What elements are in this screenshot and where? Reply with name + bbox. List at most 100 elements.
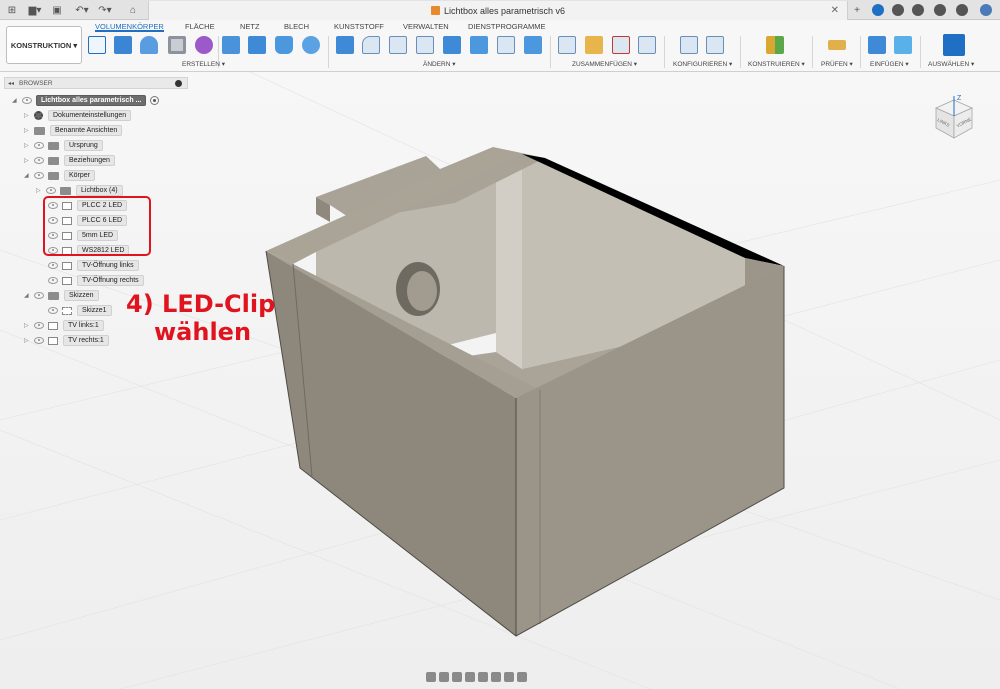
pan-hand-icon[interactable] <box>452 672 462 682</box>
configure-table-icon[interactable] <box>706 36 724 54</box>
fillet-icon[interactable] <box>362 36 380 54</box>
redo-icon[interactable]: ↷▾ <box>97 3 113 17</box>
visibility-eye-icon[interactable] <box>48 307 58 314</box>
joint-icon[interactable] <box>558 36 576 54</box>
browser-panel-header[interactable]: ◂◂ BROWSER <box>4 77 188 89</box>
browser-options-icon[interactable] <box>175 79 182 87</box>
orbit-icon[interactable] <box>426 672 436 682</box>
visibility-eye-icon[interactable] <box>34 292 44 299</box>
parameters-icon[interactable] <box>680 36 698 54</box>
help-icon[interactable] <box>956 4 968 16</box>
tab-dienstprogramme[interactable]: DIENSTPROGRAMME <box>468 22 546 32</box>
extrude-icon[interactable] <box>114 36 132 54</box>
group-pruefen-label[interactable]: PRÜFEN ▾ <box>821 60 853 68</box>
tree-item-tv-oeffnung-rechts[interactable]: TV-Öffnung rechts <box>48 274 144 287</box>
account-avatar-icon[interactable] <box>980 4 992 16</box>
form-icon[interactable] <box>195 36 213 54</box>
expand-triangle-icon[interactable]: ◢ <box>12 97 22 104</box>
visibility-eye-icon[interactable] <box>48 262 58 269</box>
tree-item-koerper[interactable]: ◢ Körper <box>24 169 96 182</box>
offset-plane-icon[interactable] <box>766 36 784 54</box>
document-tab[interactable]: Lichtbox alles parametrisch v6 ✕ <box>148 1 848 20</box>
tree-item-tv-rechts[interactable]: ▷ TV rechts:1 <box>24 334 109 347</box>
look-at-icon[interactable] <box>439 672 449 682</box>
expand-triangle-icon[interactable]: ◢ <box>24 172 34 179</box>
expand-triangle-icon[interactable]: ▷ <box>24 322 34 329</box>
home-icon[interactable]: ⌂ <box>126 3 140 17</box>
group-einfuegen-label[interactable]: EINFÜGEN ▾ <box>870 60 909 68</box>
shell-modify-icon[interactable] <box>416 36 434 54</box>
cylinder-icon[interactable] <box>275 36 293 54</box>
insert-derive-icon[interactable] <box>868 36 886 54</box>
group-zusammenfuegen-label[interactable]: ZUSAMMENFÜGEN ▾ <box>572 60 637 68</box>
sphere-icon[interactable] <box>302 36 320 54</box>
tab-blech[interactable]: BLECH <box>284 22 309 32</box>
expand-triangle-icon[interactable]: ▷ <box>24 157 34 164</box>
rigid-group-icon[interactable] <box>638 36 656 54</box>
tree-item-dokumenteinstellungen[interactable]: ▷ Dokumenteinstellungen <box>24 109 132 122</box>
display-settings-icon[interactable] <box>491 672 501 682</box>
tree-item-skizzen[interactable]: ◢ Skizzen <box>24 289 99 302</box>
app-grid-icon[interactable]: ⊞ <box>6 3 18 17</box>
chamfer-icon[interactable] <box>389 36 407 54</box>
tab-kunststoff[interactable]: KUNSTSTOFF <box>334 22 384 32</box>
expand-triangle-icon[interactable]: ▷ <box>36 187 46 194</box>
tree-root[interactable]: ◢ Lichtbox alles parametrisch ... <box>12 94 160 107</box>
shell-icon[interactable] <box>222 36 240 54</box>
box-icon[interactable] <box>248 36 266 54</box>
tree-item-beziehungen[interactable]: ▷ Beziehungen <box>24 154 115 167</box>
tree-item-skizze1[interactable]: Skizze1 <box>48 304 112 317</box>
revolve-icon[interactable] <box>140 36 158 54</box>
zoom-window-icon[interactable] <box>478 672 488 682</box>
visibility-eye-icon[interactable] <box>34 157 44 164</box>
replace-face-icon[interactable] <box>524 36 542 54</box>
save-icon[interactable]: ▣ <box>50 3 64 17</box>
expand-triangle-icon[interactable]: ◢ <box>24 292 34 299</box>
visibility-eye-icon[interactable] <box>34 322 44 329</box>
press-pull-icon[interactable] <box>336 36 354 54</box>
alert-icon[interactable] <box>934 4 946 16</box>
group-auswaehlen-label[interactable]: AUSWÄHLEN ▾ <box>928 60 974 68</box>
visibility-eye-icon[interactable] <box>46 187 56 194</box>
group-konfigurieren-label[interactable]: KONFIGURIEREN ▾ <box>673 60 732 68</box>
collapse-browser-icon[interactable]: ◂◂ <box>8 80 14 87</box>
new-tab-icon[interactable]: + <box>852 3 862 17</box>
expand-triangle-icon[interactable]: ▷ <box>24 142 34 149</box>
activate-radio[interactable] <box>150 96 160 105</box>
grid-settings-icon[interactable] <box>504 672 514 682</box>
group-erstellen-label[interactable]: ERSTELLEN ▾ <box>182 60 225 68</box>
extensions-icon[interactable] <box>872 4 884 16</box>
measure-icon[interactable] <box>828 40 846 50</box>
workspace-switcher-button[interactable]: KONSTRUKTION ▾ <box>6 26 82 64</box>
group-konstruieren-label[interactable]: KONSTRUIEREN ▾ <box>748 60 805 68</box>
tab-netz[interactable]: NETZ <box>240 22 260 32</box>
3d-viewport[interactable] <box>0 72 1000 689</box>
insert-image-icon[interactable] <box>894 36 912 54</box>
visibility-eye-icon[interactable] <box>34 172 44 179</box>
hole-icon[interactable] <box>168 36 186 54</box>
job-status-icon[interactable] <box>892 4 904 16</box>
tab-volumenkoerper[interactable]: VOLUMENKÖRPER <box>95 22 164 32</box>
file-menu-icon[interactable]: ▆▾ <box>26 3 44 17</box>
new-component-icon[interactable] <box>585 36 603 54</box>
expand-triangle-icon[interactable]: ▷ <box>24 337 34 344</box>
tree-item-tv-links[interactable]: ▷ TV links:1 <box>24 319 104 332</box>
tab-flaeche[interactable]: FLÄCHE <box>185 22 215 32</box>
tree-item-ursprung[interactable]: ▷ Ursprung <box>24 139 103 152</box>
create-sketch-icon[interactable] <box>88 36 106 54</box>
close-tab-icon[interactable]: ✕ <box>831 5 839 16</box>
tab-verwalten[interactable]: VERWALTEN <box>403 22 449 32</box>
undo-icon[interactable]: ↶▾ <box>74 3 90 17</box>
tree-item-tv-oeffnung-links[interactable]: TV-Öffnung links <box>48 259 139 272</box>
scale-icon[interactable] <box>443 36 461 54</box>
tree-item-benannte-ansichten[interactable]: ▷ Benannte Ansichten <box>24 124 123 137</box>
zoom-icon[interactable] <box>465 672 475 682</box>
visibility-eye-icon[interactable] <box>48 277 58 284</box>
visibility-eye-icon[interactable] <box>34 337 44 344</box>
expand-triangle-icon[interactable]: ▷ <box>24 127 34 134</box>
as-built-joint-icon[interactable] <box>612 36 630 54</box>
notifications-icon[interactable] <box>912 4 924 16</box>
group-aendern-label[interactable]: ÄNDERN ▾ <box>423 60 456 68</box>
combine-icon[interactable] <box>470 36 488 54</box>
expand-triangle-icon[interactable]: ▷ <box>24 112 34 119</box>
